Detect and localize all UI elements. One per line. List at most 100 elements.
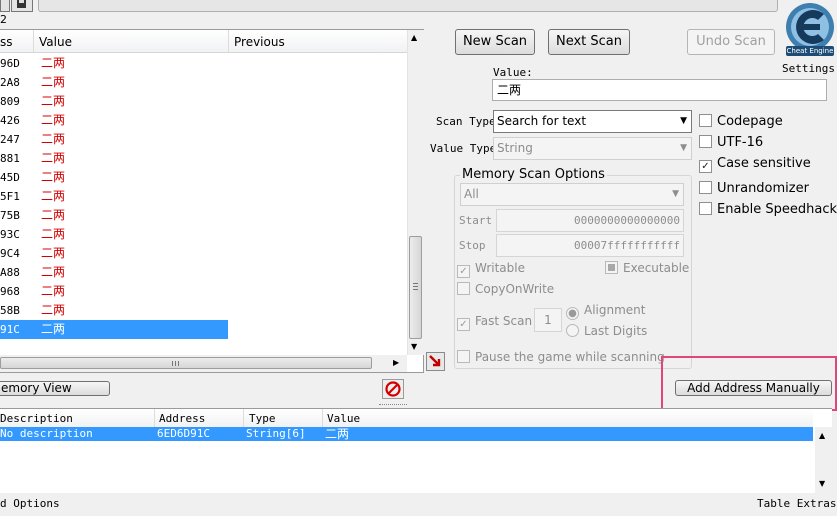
start-address-input[interactable]: 0000000000000000 xyxy=(496,209,684,232)
found-address: 9C4 xyxy=(0,247,20,260)
list-item[interactable]: 968 二两 xyxy=(0,282,228,301)
copy-on-write-checkbox[interactable]: CopyOnWrite xyxy=(457,282,554,296)
hscroll-thumb[interactable] xyxy=(0,357,372,369)
found-value: 二两 xyxy=(41,75,66,89)
header-type[interactable]: Type xyxy=(249,412,276,425)
found-address: 968 xyxy=(0,285,20,298)
memory-view-button[interactable]: emory View xyxy=(0,381,110,396)
stop-address-input[interactable]: 00007fffffffffff xyxy=(496,234,684,257)
list-item[interactable]: 426 二两 xyxy=(0,111,228,130)
found-address: 45D xyxy=(0,171,20,184)
executable-checkbox[interactable]: Executable xyxy=(605,261,689,275)
header-description[interactable]: Description xyxy=(0,412,73,425)
alignment-radio[interactable]: ● Alignment xyxy=(566,303,645,320)
undo-scan-button[interactable]: Undo Scan xyxy=(687,29,775,55)
next-scan-button[interactable]: Next Scan xyxy=(548,29,630,55)
list-item[interactable]: 9C4 二两 xyxy=(0,244,228,263)
header-table-value[interactable]: Value xyxy=(327,412,360,425)
found-value: 二两 xyxy=(41,284,66,298)
list-item[interactable]: 58B 二两 xyxy=(0,301,228,320)
checkbox-box xyxy=(457,350,470,363)
scroll-up-arrow-icon[interactable]: ▲ xyxy=(819,431,825,440)
header-address[interactable]: ss xyxy=(0,35,13,49)
value-input-text: 二两 xyxy=(497,83,522,97)
add-to-list-arrow-icon[interactable] xyxy=(426,352,445,371)
cheat-engine-logo[interactable]: Cheat Engine xyxy=(780,0,837,62)
value-type-label: Value Type xyxy=(430,142,497,155)
list-item[interactable]: 75B 二两 xyxy=(0,206,228,225)
found-address: 5F1 xyxy=(0,190,20,203)
unrandomizer-checkbox[interactable]: Unrandomizer xyxy=(699,181,809,196)
table-extras-link[interactable]: Table Extras xyxy=(757,497,836,510)
value-type-select[interactable]: String ▼ xyxy=(493,137,692,160)
found-value: 二两 xyxy=(41,170,66,184)
save-icon[interactable] xyxy=(11,0,33,12)
found-address: 91C xyxy=(0,323,20,336)
fast-scan-value-input[interactable]: 1 xyxy=(534,308,562,332)
table-cell-address: 6ED6D91C xyxy=(157,427,210,440)
indeterminate-icon xyxy=(605,261,618,274)
header-table-address[interactable]: Address xyxy=(159,412,205,425)
scroll-right-arrow-icon[interactable]: ▶ xyxy=(393,358,399,367)
found-address: 2A8 xyxy=(0,76,20,89)
list-item[interactable]: 45D 二两 xyxy=(0,168,228,187)
value-label: Value: xyxy=(493,66,533,79)
stop-icon[interactable] xyxy=(382,379,404,399)
found-value: 二两 xyxy=(41,227,66,241)
list-item[interactable]: 809 二两 xyxy=(0,92,228,111)
writable-checkbox[interactable]: ✓ Writable xyxy=(457,261,525,278)
list-item[interactable]: 5F1 二两 xyxy=(0,187,228,206)
scroll-thumb[interactable] xyxy=(409,236,422,339)
found-address: 881 xyxy=(0,152,20,165)
table-row[interactable]: No description 6ED6D91C String[6] 二两 xyxy=(0,427,813,441)
found-value: 二两 xyxy=(41,208,66,222)
header-previous[interactable]: Previous xyxy=(234,35,285,49)
scroll-down-arrow-icon[interactable]: ▼ xyxy=(411,342,417,351)
list-item[interactable]: 91C 二两 xyxy=(0,320,228,339)
codepage-checkbox[interactable]: Codepage xyxy=(699,114,783,129)
address-table-header: Description Address Type Value xyxy=(0,409,813,428)
list-item[interactable]: 96D 二两 xyxy=(0,54,228,73)
header-value[interactable]: Value xyxy=(39,35,72,49)
list-item[interactable]: A88 二两 xyxy=(0,263,228,282)
found-address: 247 xyxy=(0,133,20,146)
fast-scan-checkbox[interactable]: ✓ Fast Scan xyxy=(457,314,532,331)
memory-region-select[interactable]: All ▼ xyxy=(460,183,684,206)
list-vscrollbar[interactable]: ▲ ▼ xyxy=(407,30,424,355)
open-process-icon[interactable] xyxy=(0,0,10,12)
scroll-down-arrow-icon[interactable]: ▼ xyxy=(819,479,825,488)
found-rows: 96D 二两 2A8 二两 809 二两 426 二两 247 二两 881 二两 45D 二两 5F1 二两… xyxy=(0,54,407,344)
found-addresses-list[interactable]: ss Value Previous 96D 二两 2A8 二两 809 二两 426 二两 24… xyxy=(0,29,424,373)
found-value: 二两 xyxy=(41,303,66,317)
new-scan-button[interactable]: New Scan xyxy=(455,29,535,55)
table-vscrollbar[interactable]: ▲ ▼ xyxy=(815,427,832,493)
speedhack-checkbox[interactable]: Enable Speedhack xyxy=(699,202,837,217)
list-item[interactable]: 2A8 二两 xyxy=(0,73,228,92)
pause-game-checkbox[interactable]: Pause the game while scanning xyxy=(457,350,665,364)
found-address: 93C xyxy=(0,228,20,241)
list-item[interactable]: 93C 二两 xyxy=(0,225,228,244)
checkbox-box xyxy=(699,114,712,127)
utf16-checkbox[interactable]: UTF-16 xyxy=(699,135,763,150)
memory-options-title: Memory Scan Options xyxy=(460,167,607,182)
radio-icon xyxy=(566,324,579,337)
table-cell-type: String[6] xyxy=(246,427,306,440)
memory-region-value: All xyxy=(464,187,479,201)
list-hscrollbar[interactable]: ▶ xyxy=(0,355,407,372)
address-table[interactable]: Description Address Type Value No descri… xyxy=(0,408,832,493)
scroll-up-arrow-icon[interactable]: ▲ xyxy=(411,33,417,42)
value-input[interactable]: 二两 xyxy=(492,79,827,101)
scan-type-select[interactable]: Search for text ▼ xyxy=(493,110,692,133)
progress-bar xyxy=(38,0,778,12)
table-cell-value: 二两 xyxy=(325,427,350,441)
last-digits-radio[interactable]: Last Digits xyxy=(566,324,647,338)
list-item[interactable]: 881 二两 xyxy=(0,149,228,168)
case-sensitive-checkbox[interactable]: ✓ Case sensitive xyxy=(699,156,811,173)
list-item[interactable]: 247 二两 xyxy=(0,130,228,149)
checkmark-icon: ✓ xyxy=(457,265,470,278)
splitter-grip[interactable] xyxy=(379,404,407,407)
advanced-options-link[interactable]: d Options xyxy=(0,497,60,510)
checkbox-box xyxy=(699,181,712,194)
address-table-rows: No description 6ED6D91C String[6] 二两 xyxy=(0,427,813,441)
settings-link[interactable]: Settings xyxy=(782,62,835,75)
